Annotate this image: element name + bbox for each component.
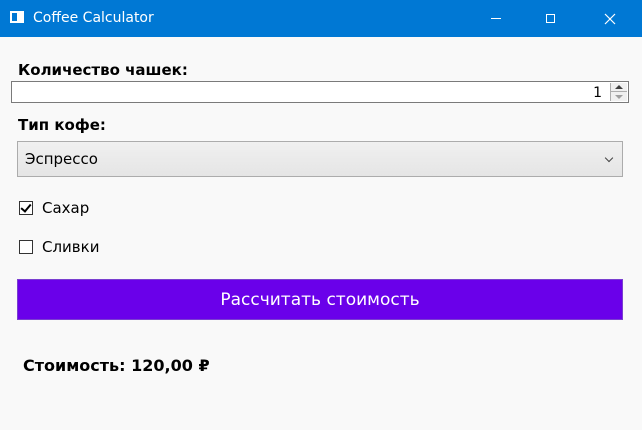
app-window: Coffee Calculator Количество чашек: 1 Ти…	[0, 0, 642, 430]
minimize-button[interactable]	[473, 0, 519, 37]
checkmark-icon	[20, 201, 32, 213]
spin-down-button[interactable]	[611, 92, 627, 101]
sugar-checkbox[interactable]	[19, 201, 33, 215]
sugar-checkbox-row[interactable]: Сахар	[19, 199, 89, 217]
coffee-type-label: Тип кофе:	[18, 116, 106, 134]
cups-spinner[interactable]	[610, 83, 627, 101]
cream-checkbox-row[interactable]: Сливки	[19, 238, 99, 256]
calculate-button[interactable]: Рассчитать стоимость	[17, 279, 623, 320]
chevron-down-icon	[604, 153, 614, 163]
cups-label: Количество чашек:	[18, 61, 188, 79]
cream-checkbox[interactable]	[19, 240, 33, 254]
minimize-icon	[491, 18, 501, 19]
sugar-label[interactable]: Сахар	[42, 199, 89, 217]
maximize-button[interactable]	[527, 0, 573, 37]
close-button[interactable]	[587, 0, 633, 37]
window-title: Coffee Calculator	[33, 10, 154, 26]
arrow-down-icon	[615, 94, 623, 99]
coffee-type-dropdown[interactable]: Эспрессо	[17, 141, 623, 177]
cups-value[interactable]: 1	[593, 84, 602, 102]
close-icon	[604, 13, 616, 24]
cups-numeric-input[interactable]: 1	[11, 81, 629, 103]
spin-up-button[interactable]	[611, 83, 627, 92]
cream-label[interactable]: Сливки	[42, 238, 99, 256]
cost-result: Стоимость: 120,00 ₽	[23, 356, 210, 375]
maximize-icon	[545, 14, 555, 23]
arrow-up-icon	[615, 85, 623, 89]
title-bar[interactable]: Coffee Calculator	[0, 0, 642, 37]
app-window-icon	[10, 11, 24, 23]
coffee-type-selected: Эспрессо	[25, 150, 98, 168]
